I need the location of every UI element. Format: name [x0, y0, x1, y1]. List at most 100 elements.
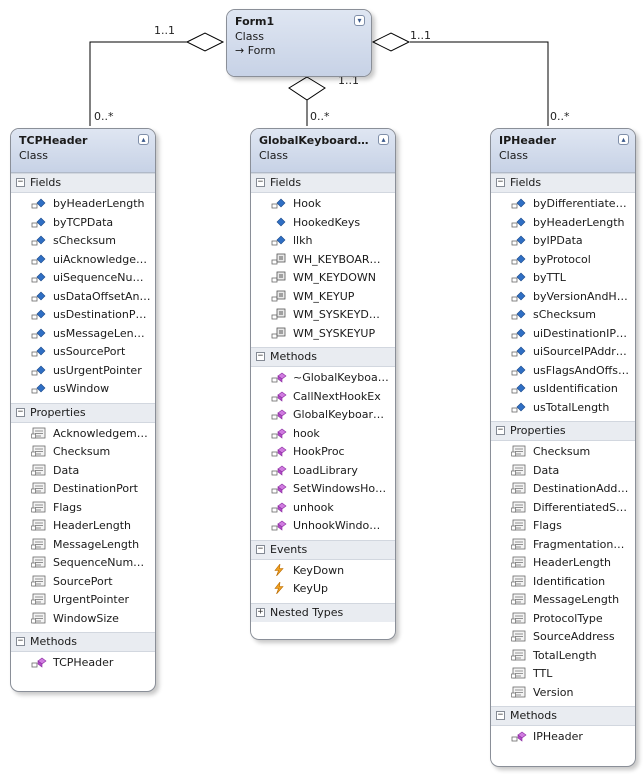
member-item[interactable]: sChecksum	[491, 306, 635, 325]
member-name: byDifferentiate…	[533, 197, 627, 210]
member-item[interactable]: uiAcknowledge…	[11, 251, 155, 270]
member-item[interactable]: ~GlobalKeyboa…	[251, 369, 395, 388]
collapse-chevron-icon[interactable]: ▴	[378, 134, 389, 145]
member-item[interactable]: ProtocolType	[491, 610, 635, 629]
member-item[interactable]: Version	[491, 684, 635, 703]
section-methods[interactable]: − Methods	[11, 632, 155, 652]
minus-toggle-icon[interactable]: −	[256, 178, 265, 187]
section-fields[interactable]: − Fields	[491, 173, 635, 193]
member-item[interactable]: HookedKeys	[251, 214, 395, 233]
member-item[interactable]: Data	[491, 462, 635, 481]
member-item[interactable]: byTTL	[491, 269, 635, 288]
member-item[interactable]: Data	[11, 462, 155, 481]
member-item[interactable]: hook	[251, 425, 395, 444]
member-item[interactable]: SequenceNum…	[11, 554, 155, 573]
member-item[interactable]: CallNextHookEx	[251, 388, 395, 407]
member-item[interactable]: byDifferentiate…	[491, 195, 635, 214]
member-item[interactable]: KeyUp	[251, 580, 395, 599]
member-item[interactable]: HookProc	[251, 443, 395, 462]
association-form1-ipheader[interactable]	[410, 41, 549, 126]
member-item[interactable]: Hook	[251, 195, 395, 214]
member-item[interactable]: WM_SYSKEYUP	[251, 325, 395, 344]
member-item[interactable]: Flags	[11, 499, 155, 518]
member-item[interactable]: HeaderLength	[11, 517, 155, 536]
member-item[interactable]: HeaderLength	[491, 554, 635, 573]
class-ipheader[interactable]: IPHeader Class ▴ − Fields byDifferentiat…	[490, 128, 636, 767]
member-item[interactable]: usDestinationP…	[11, 306, 155, 325]
member-item[interactable]: UnhookWindo…	[251, 517, 395, 536]
minus-toggle-icon[interactable]: −	[496, 178, 505, 187]
member-item[interactable]: Identification	[491, 573, 635, 592]
minus-toggle-icon[interactable]: −	[16, 637, 25, 646]
member-item[interactable]: MessageLength	[491, 591, 635, 610]
member-item[interactable]: WM_SYSKEYD…	[251, 306, 395, 325]
member-item[interactable]: WM_KEYDOWN	[251, 269, 395, 288]
member-item[interactable]: MessageLength	[11, 536, 155, 555]
minus-toggle-icon[interactable]: −	[16, 178, 25, 187]
member-item[interactable]: byIPData	[491, 232, 635, 251]
section-nested-types[interactable]: + Nested Types	[251, 602, 395, 622]
member-item[interactable]: Acknowledgem…	[11, 425, 155, 444]
member-item[interactable]: DifferentiatedS…	[491, 499, 635, 518]
member-item[interactable]: TTL	[491, 665, 635, 684]
section-properties[interactable]: − Properties	[491, 421, 635, 441]
member-item[interactable]: TotalLength	[491, 647, 635, 666]
member-item[interactable]: KeyDown	[251, 562, 395, 581]
member-item[interactable]: UrgentPointer	[11, 591, 155, 610]
section-fields[interactable]: − Fields	[11, 173, 155, 193]
minus-toggle-icon[interactable]: −	[256, 352, 265, 361]
member-item[interactable]: usMessageLen…	[11, 325, 155, 344]
member-item[interactable]: SourcePort	[11, 573, 155, 592]
member-item[interactable]: Fragmentation…	[491, 536, 635, 555]
member-item[interactable]: SourceAddress	[491, 628, 635, 647]
member-item[interactable]: LoadLibrary	[251, 462, 395, 481]
member-item[interactable]: usDataOffsetAn…	[11, 288, 155, 307]
member-item[interactable]: byVersionAndH…	[491, 288, 635, 307]
member-item[interactable]: Flags	[491, 517, 635, 536]
member-item[interactable]: usTotalLength	[491, 399, 635, 418]
member-item[interactable]: usUrgentPointer	[11, 362, 155, 381]
minus-toggle-icon[interactable]: −	[256, 544, 265, 554]
collapse-chevron-icon[interactable]: ▴	[618, 134, 629, 145]
plus-toggle-icon[interactable]: +	[256, 607, 265, 617]
member-item[interactable]: WM_KEYUP	[251, 288, 395, 307]
member-item[interactable]: IPHeader	[491, 728, 635, 747]
member-item[interactable]: TCPHeader	[11, 654, 155, 673]
member-item[interactable]: WH_KEYBOAR…	[251, 251, 395, 270]
member-item[interactable]: uiDestinationIP…	[491, 325, 635, 344]
member-item[interactable]: byHeaderLength	[11, 195, 155, 214]
member-item[interactable]: WindowSize	[11, 610, 155, 629]
section-properties[interactable]: − Properties	[11, 402, 155, 423]
member-item[interactable]: unhook	[251, 499, 395, 518]
minus-toggle-icon[interactable]: −	[496, 711, 505, 720]
member-item[interactable]: usWindow	[11, 380, 155, 399]
section-fields[interactable]: − Fields	[251, 173, 395, 193]
member-item[interactable]: Checksum	[491, 443, 635, 462]
member-name: LoadLibrary	[293, 463, 358, 477]
class-form1[interactable]: Form1 Class → Form ▾	[226, 9, 372, 77]
member-item[interactable]: sChecksum	[11, 232, 155, 251]
member-item[interactable]: DestinationPort	[11, 480, 155, 499]
class-globalkeyboard[interactable]: GlobalKeyboard… Class ▴ − Fields Hook Hoo…	[250, 128, 396, 640]
minus-toggle-icon[interactable]: −	[496, 426, 505, 435]
member-item[interactable]: byHeaderLength	[491, 214, 635, 233]
member-item[interactable]: usFlagsAndOffs…	[491, 362, 635, 381]
member-item[interactable]: byTCPData	[11, 214, 155, 233]
member-item[interactable]: usSourcePort	[11, 343, 155, 362]
member-item[interactable]: uiSequenceNu…	[11, 269, 155, 288]
member-item[interactable]: uiSourceIPAddr…	[491, 343, 635, 362]
collapse-chevron-icon[interactable]: ▾	[354, 15, 365, 26]
member-item[interactable]: usIdentification	[491, 380, 635, 399]
member-item[interactable]: SetWindowsHo…	[251, 480, 395, 499]
section-events[interactable]: − Events	[251, 539, 395, 560]
member-item[interactable]: GlobalKeyboar…	[251, 406, 395, 425]
member-item[interactable]: llkh	[251, 232, 395, 251]
section-methods[interactable]: − Methods	[491, 706, 635, 726]
member-item[interactable]: byProtocol	[491, 251, 635, 270]
member-item[interactable]: DestinationAdd…	[491, 480, 635, 499]
member-item[interactable]: Checksum	[11, 443, 155, 462]
section-methods[interactable]: − Methods	[251, 347, 395, 367]
class-tcpheader[interactable]: TCPHeader Class ▴ − Fields byHeaderLengt…	[10, 128, 156, 692]
minus-toggle-icon[interactable]: −	[16, 407, 25, 417]
collapse-chevron-icon[interactable]: ▴	[138, 134, 149, 145]
